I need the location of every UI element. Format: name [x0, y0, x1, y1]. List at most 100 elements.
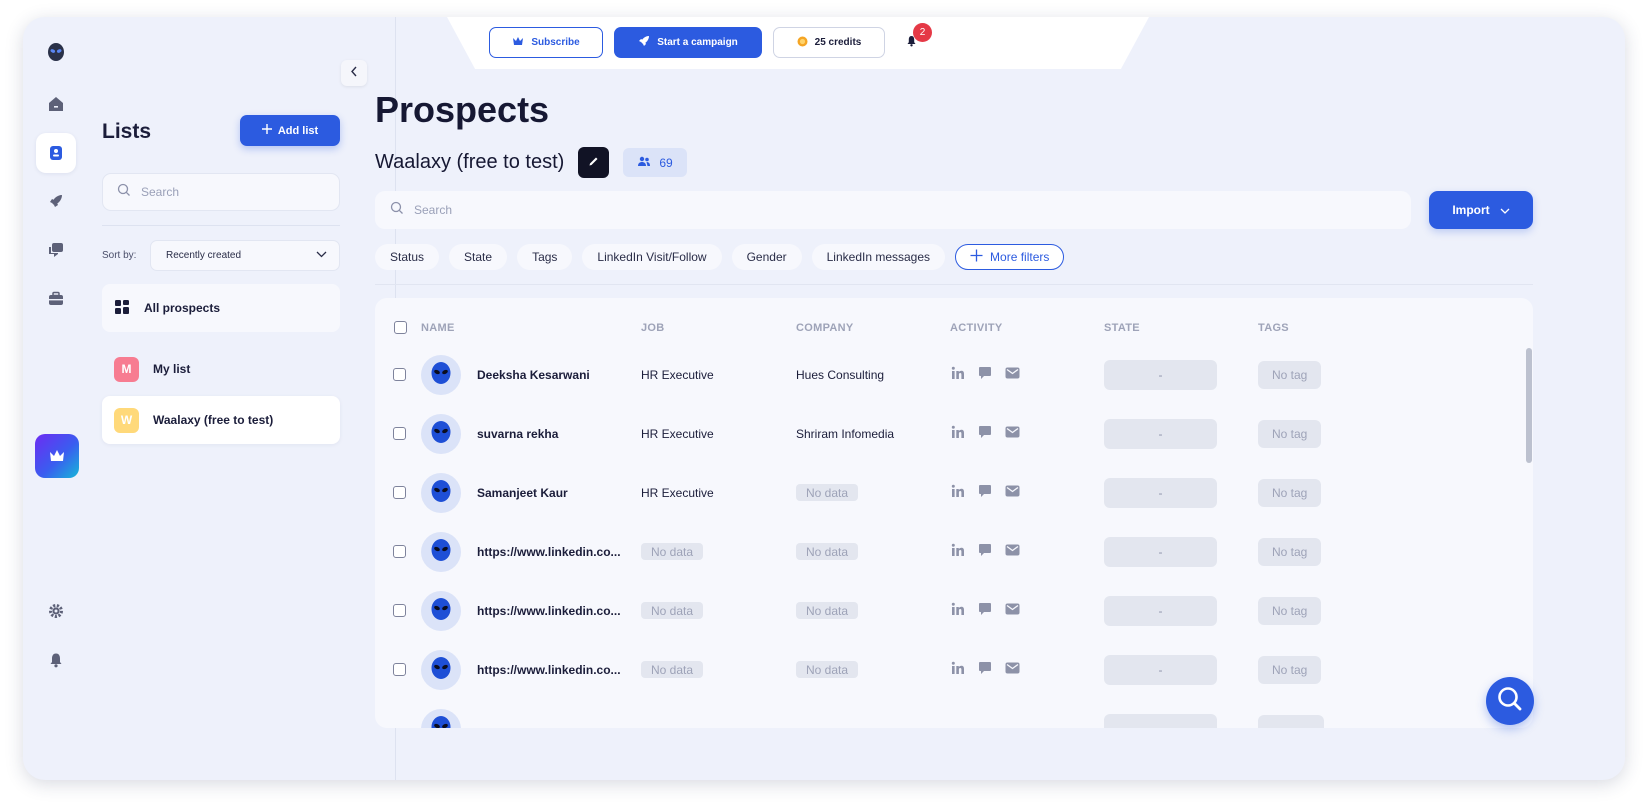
credits-label: 25 credits — [814, 37, 862, 48]
tag-value[interactable]: No tag — [1258, 655, 1322, 684]
list-search-input[interactable] — [141, 185, 321, 199]
table-row[interactable]: https://www.linkedin.co... No data No da… — [375, 522, 1533, 581]
table-row[interactable]: Samanjeet Kaur HR Executive No data - No… — [375, 463, 1533, 522]
prospect-name[interactable]: Samanjeet Kaur — [477, 486, 568, 500]
avatar[interactable] — [421, 472, 461, 513]
avatar[interactable] — [421, 354, 461, 395]
import-button[interactable]: Import — [1429, 191, 1533, 229]
state-value[interactable]: - — [1104, 654, 1217, 685]
campaigns-rocket-icon[interactable] — [36, 181, 76, 221]
filter-status[interactable]: Status — [375, 244, 440, 270]
plus-icon — [970, 249, 983, 265]
table-row[interactable]: https://www.linkedin.co... No data No da… — [375, 640, 1533, 699]
sort-label: Sort by: — [102, 250, 137, 261]
top-bar-actions: Subscribe Start a campaign 25 credits 2 — [489, 22, 932, 58]
avatar[interactable] — [421, 531, 461, 572]
chevron-down-icon — [316, 250, 327, 261]
prospect-name[interactable]: Deeksha Kesarwani — [477, 368, 590, 382]
tag-value[interactable]: No tag — [1258, 537, 1322, 566]
column-header-tags[interactable]: TAGS — [1258, 322, 1289, 334]
filter-linkedin-visit-follow[interactable]: LinkedIn Visit/Follow — [582, 244, 722, 270]
sort-select[interactable]: Recently created — [150, 240, 340, 271]
topbar-bell-button[interactable]: 2 — [896, 22, 932, 58]
settings-gear-icon[interactable] — [36, 591, 76, 631]
avatar[interactable] — [421, 590, 461, 631]
prospect-name[interactable]: https://www.linkedin.co... — [477, 604, 621, 618]
tag-value[interactable]: No tag — [1258, 596, 1322, 625]
prospect-name[interactable]: https://www.linkedin.co... — [477, 663, 621, 677]
filter-tags[interactable]: Tags — [517, 244, 573, 270]
alien-avatar-icon — [430, 361, 452, 388]
home-icon[interactable] — [36, 84, 76, 124]
tag-value[interactable]: No tag — [1258, 478, 1322, 507]
row-checkbox[interactable] — [393, 604, 406, 617]
filter-gender[interactable]: Gender — [731, 244, 802, 270]
subscribe-button[interactable]: Subscribe — [489, 27, 603, 58]
row-checkbox[interactable] — [393, 486, 406, 499]
prospect-name[interactable]: https://www.linkedin.co... — [477, 545, 621, 559]
select-all-checkbox[interactable] — [394, 321, 407, 334]
lists-panel: Lists Add list Sort by: Recently created — [89, 17, 396, 780]
more-filters-button[interactable]: More filters — [955, 244, 1065, 270]
list-item-waalaxy[interactable]: W Waalaxy (free to test) — [102, 396, 340, 444]
job-text: HR Executive — [641, 485, 714, 500]
start-campaign-button[interactable]: Start a campaign — [614, 27, 762, 58]
email-icon — [1005, 485, 1020, 500]
state-value[interactable]: - — [1104, 595, 1217, 626]
tag-value[interactable]: No tag — [1258, 419, 1322, 448]
state-value[interactable]: - — [1104, 359, 1217, 390]
column-header-job[interactable]: JOB — [641, 322, 665, 334]
import-label: Import — [1452, 203, 1490, 217]
linkedin-icon — [951, 661, 965, 678]
filter-bar: Status State Tags LinkedIn Visit/Follow … — [375, 244, 1065, 270]
subscribe-label: Subscribe — [531, 37, 580, 48]
chevron-down-icon — [1500, 203, 1510, 217]
table-row[interactable]: Deeksha Kesarwani HR Executive Hues Cons… — [375, 345, 1533, 404]
premium-crown-icon[interactable] — [35, 434, 79, 478]
collapse-panel-button[interactable] — [341, 60, 367, 86]
state-value[interactable]: - — [1104, 477, 1217, 508]
avatar[interactable] — [421, 413, 461, 454]
notifications-bell-icon[interactable] — [36, 640, 76, 680]
prospect-name[interactable]: suvarna rekha — [477, 427, 558, 441]
app-window: Lists Add list Sort by: Recently created — [23, 17, 1625, 780]
avatar[interactable] — [421, 649, 461, 690]
filter-linkedin-messages[interactable]: LinkedIn messages — [811, 244, 946, 270]
help-search-button[interactable] — [1486, 677, 1534, 725]
column-header-name[interactable]: NAME — [421, 322, 455, 334]
row-checkbox[interactable] — [393, 663, 406, 676]
state-placeholder — [1104, 713, 1217, 728]
state-value[interactable]: - — [1104, 536, 1217, 567]
linkedin-icon — [951, 602, 965, 619]
edit-list-button[interactable] — [578, 147, 610, 178]
state-value[interactable]: - — [1104, 418, 1217, 449]
add-list-button[interactable]: Add list — [240, 115, 340, 146]
table-row[interactable]: suvarna rekha HR Executive Shriram Infom… — [375, 404, 1533, 463]
message-icon — [978, 366, 992, 383]
toolbox-icon[interactable] — [36, 279, 76, 319]
row-checkbox[interactable] — [393, 427, 406, 440]
list-item-label: My list — [153, 362, 191, 376]
list-header: Waalaxy (free to test) 69 — [375, 147, 687, 178]
prospect-search-input[interactable] — [414, 203, 1014, 217]
job-no-data: No data — [641, 602, 704, 619]
table-scrollbar[interactable] — [1526, 348, 1532, 463]
job-no-data: No data — [641, 661, 704, 678]
row-checkbox[interactable] — [393, 368, 406, 381]
all-prospects-item[interactable]: All prospects — [102, 284, 340, 332]
filter-state[interactable]: State — [449, 244, 508, 270]
prospects-icon[interactable] — [36, 133, 76, 173]
row-checkbox[interactable] — [393, 545, 406, 558]
list-item-my-list[interactable]: M My list — [102, 345, 340, 393]
inbox-chat-icon[interactable] — [36, 230, 76, 270]
column-header-activity[interactable]: ACTIVITY — [950, 322, 1003, 334]
message-icon — [978, 543, 992, 560]
column-header-state[interactable]: STATE — [1104, 322, 1140, 334]
all-prospects-label: All prospects — [144, 301, 221, 315]
column-header-company[interactable]: COMPANY — [796, 322, 854, 334]
credits-button[interactable]: 25 credits — [773, 27, 885, 58]
logo-icon[interactable] — [36, 32, 76, 72]
crown-icon — [512, 36, 524, 49]
tag-value[interactable]: No tag — [1258, 360, 1322, 389]
table-row[interactable]: https://www.linkedin.co... No data No da… — [375, 581, 1533, 640]
